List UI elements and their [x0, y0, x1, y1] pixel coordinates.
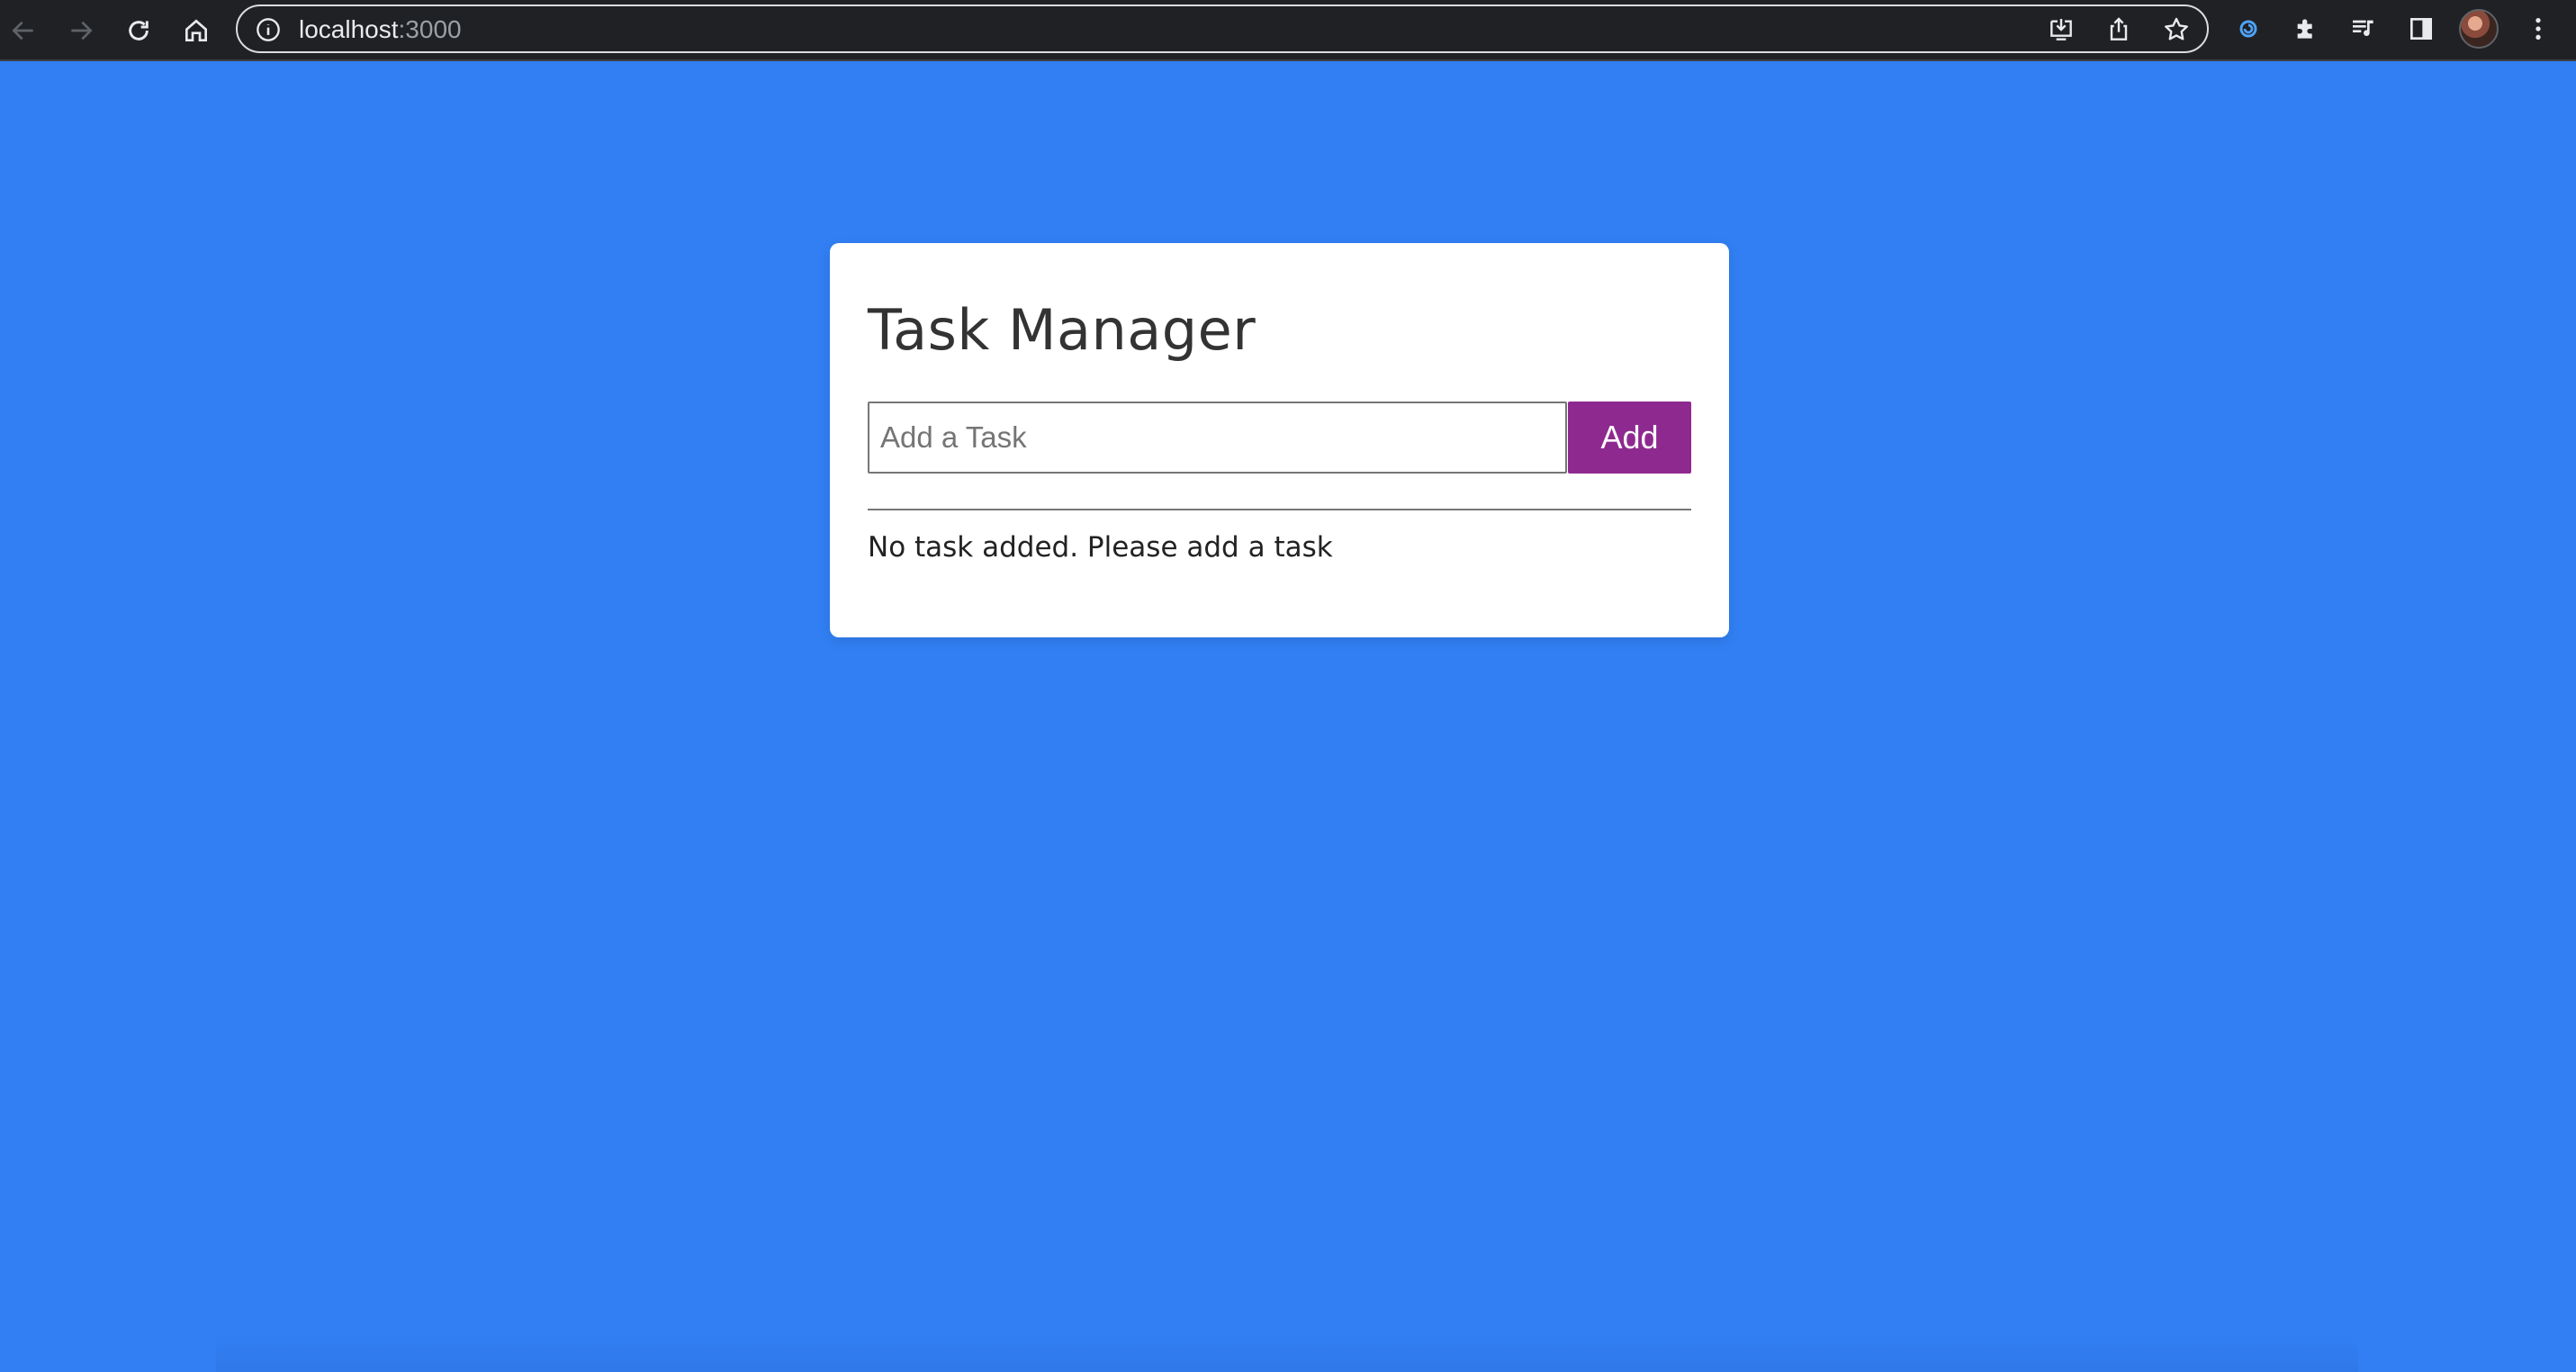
url-text: localhost:3000 [299, 16, 462, 43]
info-icon[interactable] [256, 17, 281, 42]
address-bar[interactable]: localhost:3000 [236, 5, 2209, 53]
side-panel-button[interactable] [2403, 11, 2439, 47]
share-icon [2110, 17, 2128, 41]
task-card: Task Manager Add No task added. Please a… [830, 243, 1729, 637]
media-controls-button[interactable] [2346, 11, 2382, 47]
extension-button[interactable] [2230, 11, 2266, 47]
url-port: :3000 [398, 15, 462, 43]
extensions-button[interactable] [2288, 11, 2324, 47]
bookmark-button[interactable] [2162, 15, 2191, 44]
home-icon [185, 19, 207, 41]
page-title: Task Manager [868, 297, 1256, 363]
star-icon [2165, 17, 2188, 41]
puzzle-icon [2297, 19, 2312, 39]
reload-icon [129, 21, 149, 41]
browser-toolbar: localhost:3000 [0, 0, 2576, 61]
avatar[interactable] [2459, 9, 2499, 49]
page-viewport: Task Manager Add No task added. Please a… [0, 61, 2576, 1372]
share-button[interactable] [2104, 15, 2133, 44]
add-task-button[interactable]: Add [1568, 402, 1691, 474]
arrow-left-icon [12, 21, 33, 41]
empty-state-message: No task added. Please add a task [868, 531, 1333, 564]
divider [868, 509, 1691, 510]
install-app-icon [2050, 19, 2072, 41]
arrow-right-icon [71, 21, 93, 41]
browser-menu-button[interactable] [2520, 11, 2556, 47]
url-host: localhost [299, 15, 399, 43]
page-bottom-shade [216, 1336, 2358, 1372]
back-button[interactable] [2, 9, 45, 52]
home-button[interactable] [175, 9, 218, 52]
reload-button[interactable] [117, 9, 160, 52]
task-input[interactable] [868, 402, 1567, 474]
install-app-button[interactable] [2047, 15, 2076, 44]
media-queue-icon [2353, 20, 2373, 36]
kebab-menu-icon [2535, 18, 2541, 40]
extension-swirl-icon [2239, 20, 2257, 38]
forward-button[interactable] [59, 9, 103, 52]
side-panel-icon [2410, 18, 2432, 40]
